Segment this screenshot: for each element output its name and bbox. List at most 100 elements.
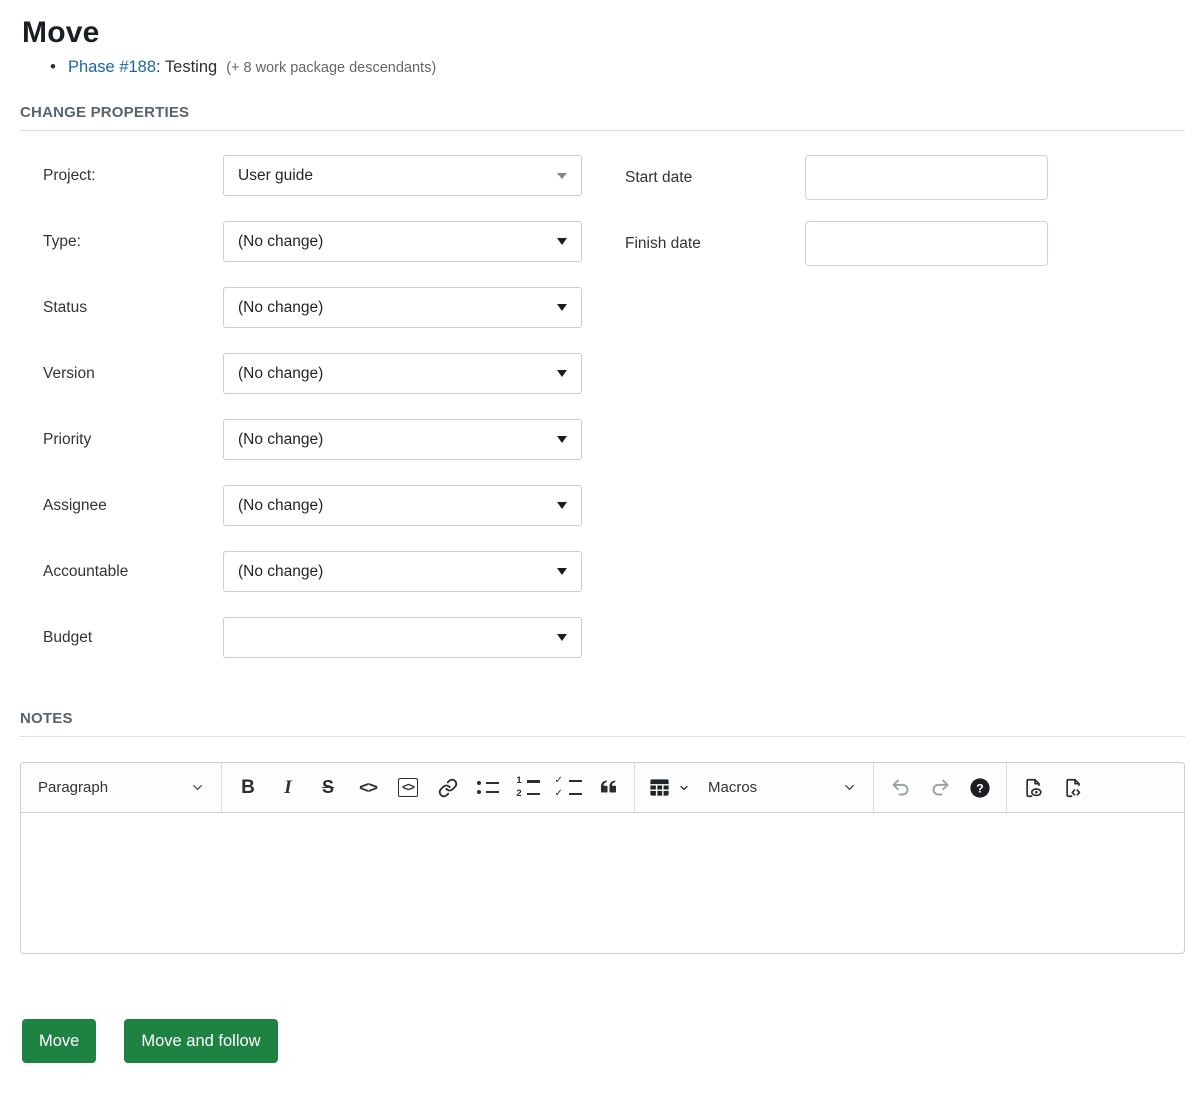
project-select-value: User guide xyxy=(238,167,313,185)
paragraph-style-label: Paragraph xyxy=(38,779,108,796)
dropdown-arrow-icon xyxy=(557,634,567,641)
source-button[interactable] xyxy=(1053,769,1093,807)
work-package-item: • Phase #188: Testing (+ 8 work package d… xyxy=(20,57,1185,77)
work-package-list: • Phase #188: Testing (+ 8 work package d… xyxy=(20,57,1185,77)
strikethrough-icon: S xyxy=(322,777,334,798)
accountable-select-value: (No change) xyxy=(238,563,323,581)
start-date-input[interactable] xyxy=(805,155,1048,200)
preview-icon xyxy=(1022,777,1044,799)
move-button[interactable]: Move xyxy=(22,1019,96,1063)
chevron-down-icon xyxy=(842,780,857,795)
status-select[interactable]: (No change) xyxy=(223,287,582,328)
macros-dropdown[interactable]: Macros xyxy=(697,769,867,807)
help-icon: ? xyxy=(969,777,991,799)
table-icon xyxy=(648,776,671,799)
priority-select-value: (No change) xyxy=(238,431,323,449)
section-notes: NOTES xyxy=(20,710,1185,727)
inline-code-icon: <> xyxy=(359,778,377,798)
type-select-value: (No change) xyxy=(238,233,323,251)
form-row-accountable: Accountable (No change) xyxy=(43,551,582,592)
form-row-assignee: Assignee (No change) xyxy=(43,485,582,526)
strikethrough-button[interactable]: S xyxy=(308,769,348,807)
section-divider xyxy=(20,736,1185,737)
todo-list-button[interactable]: ✓ ✓ xyxy=(548,769,588,807)
paragraph-style-dropdown[interactable]: Paragraph xyxy=(27,769,215,807)
italic-button[interactable]: I xyxy=(268,769,308,807)
descendants-note: (+ 8 work package descendants) xyxy=(226,60,436,76)
dropdown-arrow-icon xyxy=(557,568,567,575)
project-label: Project: xyxy=(43,167,223,185)
version-label: Version xyxy=(43,365,223,383)
numbered-list-button[interactable]: 1 2 xyxy=(508,769,548,807)
section-divider xyxy=(20,130,1185,131)
project-select[interactable]: User guide xyxy=(223,155,582,196)
code-block-button[interactable]: <> xyxy=(388,769,428,807)
assignee-select-value: (No change) xyxy=(238,497,323,515)
numbered-list-icon: 1 2 xyxy=(516,777,540,797)
undo-button[interactable] xyxy=(880,769,920,807)
blockquote-icon xyxy=(598,777,619,798)
form-row-project: Project: User guide xyxy=(43,155,582,196)
work-package-title: : Testing xyxy=(156,58,217,76)
italic-icon: I xyxy=(284,777,291,799)
form-row-priority: Priority (No change) xyxy=(43,419,582,460)
todo-list-icon: ✓ ✓ xyxy=(555,777,582,798)
inline-code-button[interactable]: <> xyxy=(348,769,388,807)
finish-date-input[interactable] xyxy=(805,221,1048,266)
page-title: Move xyxy=(22,16,1185,50)
svg-text:?: ? xyxy=(976,781,984,795)
section-change-properties: CHANGE PROPERTIES xyxy=(20,104,1185,121)
status-label: Status xyxy=(43,299,223,317)
dropdown-arrow-icon xyxy=(557,370,567,377)
source-code-icon xyxy=(1062,777,1084,799)
undo-icon xyxy=(890,777,911,798)
link-icon xyxy=(438,778,458,798)
chevron-down-icon xyxy=(678,782,690,794)
type-label: Type: xyxy=(43,233,223,251)
version-select[interactable]: (No change) xyxy=(223,353,582,394)
macros-label: Macros xyxy=(708,779,757,796)
toolbar-separator xyxy=(873,763,874,812)
dropdown-arrow-icon xyxy=(557,304,567,311)
notes-rich-text-editor: Paragraph B I S <> <> xyxy=(20,762,1185,954)
move-and-follow-button[interactable]: Move and follow xyxy=(124,1019,277,1063)
type-select[interactable]: (No change) xyxy=(223,221,582,262)
priority-select[interactable]: (No change) xyxy=(223,419,582,460)
form-actions: Move Move and follow xyxy=(22,1019,1185,1063)
status-select-value: (No change) xyxy=(238,299,323,317)
priority-label: Priority xyxy=(43,431,223,449)
work-package-link[interactable]: Phase #188 xyxy=(68,58,156,76)
accountable-label: Accountable xyxy=(43,563,223,581)
dropdown-arrow-icon xyxy=(557,238,567,245)
move-work-package-page: Move • Phase #188: Testing (+ 8 work pack… xyxy=(0,16,1198,1063)
editor-toolbar: Paragraph B I S <> <> xyxy=(21,763,1184,813)
dropdown-arrow-icon xyxy=(557,436,567,443)
dropdown-arrow-icon xyxy=(557,502,567,509)
blockquote-button[interactable] xyxy=(588,769,628,807)
accountable-select[interactable]: (No change) xyxy=(223,551,582,592)
code-block-icon: <> xyxy=(398,778,418,797)
form-row-type: Type: (No change) xyxy=(43,221,582,262)
bulleted-list-button[interactable] xyxy=(468,769,508,807)
notes-editor-content[interactable] xyxy=(21,813,1184,953)
assignee-label: Assignee xyxy=(43,497,223,515)
form-row-finish-date: Finish date xyxy=(625,221,1048,266)
finish-date-label: Finish date xyxy=(625,235,805,253)
chevron-down-icon xyxy=(190,780,205,795)
bold-button[interactable]: B xyxy=(228,769,268,807)
preview-button[interactable] xyxy=(1013,769,1053,807)
insert-table-dropdown[interactable] xyxy=(641,769,697,807)
form-row-version: Version (No change) xyxy=(43,353,582,394)
assignee-select[interactable]: (No change) xyxy=(223,485,582,526)
change-properties-form: Project: User guide Type: (No change) St… xyxy=(20,155,1185,683)
toolbar-separator xyxy=(1006,763,1007,812)
redo-button[interactable] xyxy=(920,769,960,807)
dropdown-arrow-icon xyxy=(557,173,567,179)
budget-label: Budget xyxy=(43,629,223,647)
bullet-icon: • xyxy=(50,57,56,77)
budget-select[interactable] xyxy=(223,617,582,658)
link-button[interactable] xyxy=(428,769,468,807)
start-date-label: Start date xyxy=(625,169,805,187)
redo-icon xyxy=(930,777,951,798)
help-button[interactable]: ? xyxy=(960,769,1000,807)
